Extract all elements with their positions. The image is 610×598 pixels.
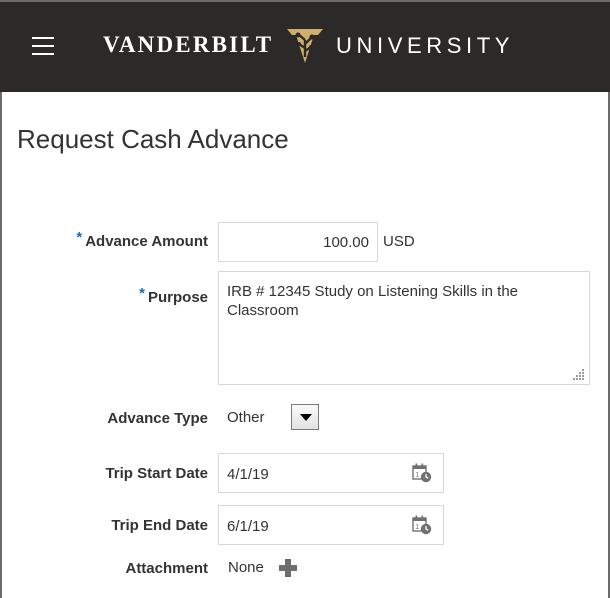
- trip-start-date-label: Trip Start Date: [105, 465, 208, 482]
- brand-name-vanderbilt: VANDERBILT: [103, 32, 274, 57]
- trip-start-date-value: 4/1/19: [227, 466, 269, 483]
- svg-text:1: 1: [415, 472, 419, 479]
- purpose-label: * Purpose: [139, 285, 208, 306]
- required-marker: *: [76, 229, 83, 246]
- attachment-label: Attachment: [125, 560, 208, 577]
- currency-label: USD: [383, 233, 415, 250]
- advance-type-value: Other: [227, 409, 265, 426]
- hamburger-menu-icon[interactable]: [32, 37, 54, 55]
- trip-end-date-label: Trip End Date: [111, 517, 208, 534]
- trip-end-date-input[interactable]: 6/1/19 1: [218, 505, 444, 545]
- top-bar: VANDERBILT UNIVERSITY: [0, 0, 610, 92]
- page-title: Request Cash Advance: [17, 124, 289, 155]
- add-attachment-plus-icon[interactable]: [278, 558, 298, 578]
- svg-text:1: 1: [415, 524, 419, 531]
- advance-type-select[interactable]: Other: [218, 399, 326, 437]
- trip-start-date-input[interactable]: 4/1/19 1: [218, 453, 444, 493]
- required-marker: *: [139, 285, 145, 302]
- purpose-text: IRB # 12345 Study on Listening Skills in…: [227, 283, 519, 319]
- chevron-down-icon[interactable]: [291, 404, 319, 430]
- calendar-icon[interactable]: 1: [412, 463, 432, 483]
- calendar-icon[interactable]: 1: [412, 515, 432, 535]
- purpose-textarea[interactable]: IRB # 12345 Study on Listening Skills in…: [218, 271, 590, 385]
- advance-type-label: Advance Type: [107, 410, 208, 427]
- trip-end-date-value: 6/1/19: [227, 518, 269, 535]
- advance-amount-input[interactable]: 100.00: [218, 222, 378, 262]
- brand-name-university: UNIVERSITY: [336, 33, 515, 58]
- vanderbilt-oak-leaf-logo: [287, 29, 323, 63]
- resize-grip-icon[interactable]: [573, 368, 585, 380]
- attachment-value: None: [228, 559, 264, 576]
- advance-amount-label: * Advance Amount: [76, 229, 208, 250]
